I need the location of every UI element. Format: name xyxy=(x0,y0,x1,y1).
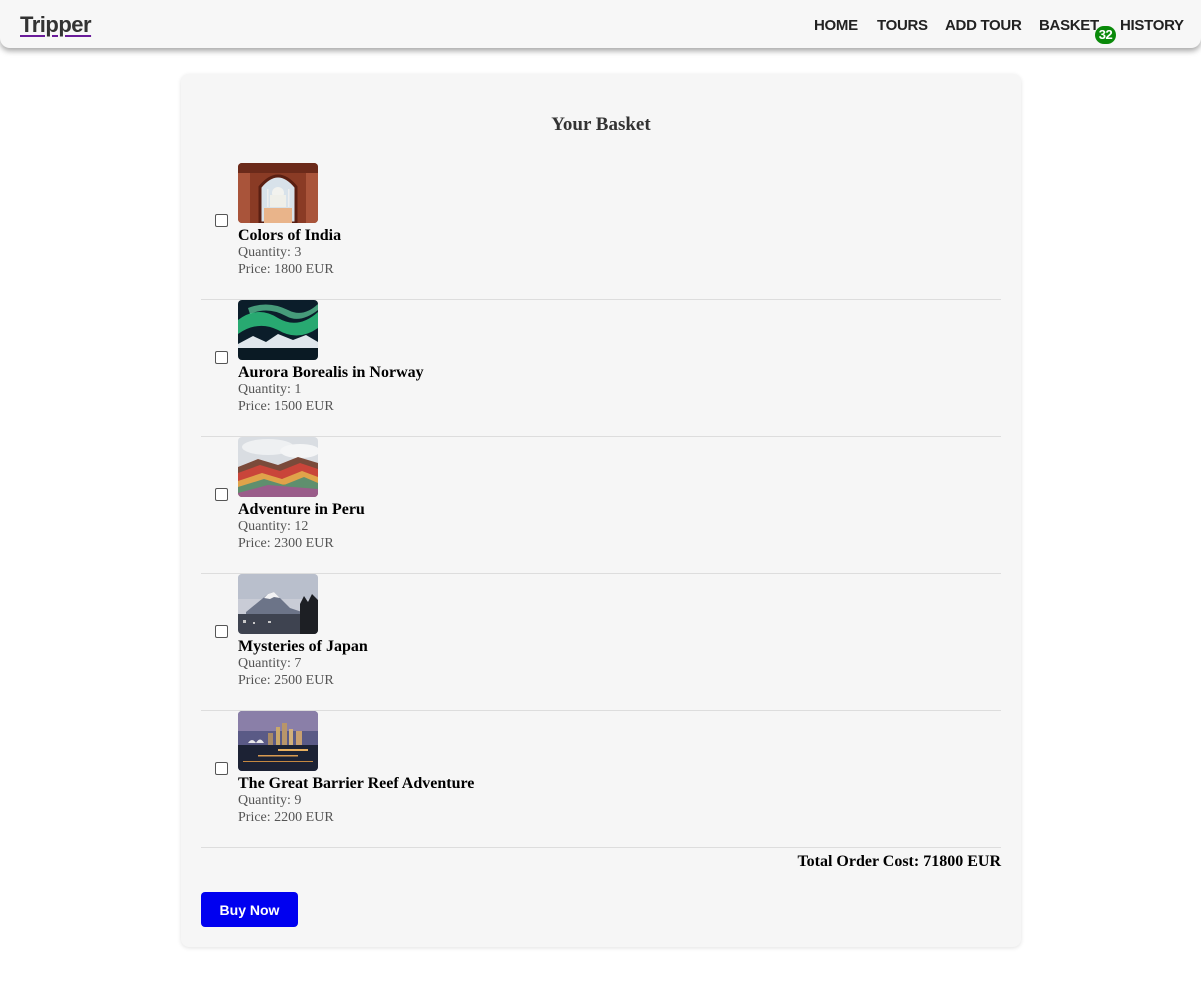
quantity-label: Quantity: xyxy=(238,382,291,397)
nav-tours[interactable]: TOURS xyxy=(877,17,928,34)
top-navbar: Tripper HOME TOURS ADD TOUR BASKET HISTO… xyxy=(0,0,1201,48)
total-order-cost: Total Order Cost: 71800 EUR xyxy=(797,853,1001,871)
item-name: Aurora Borealis in Norway xyxy=(238,364,424,381)
buy-now-button[interactable]: Buy Now xyxy=(201,892,298,927)
nav-home[interactable]: HOME xyxy=(814,17,858,34)
basket-item: Aurora Borealis in Norway Quantity: 1 Pr… xyxy=(201,300,1001,437)
price-label: Price: xyxy=(238,536,271,551)
item-name: Mysteries of Japan xyxy=(238,638,368,655)
price-value: 2300 EUR xyxy=(274,536,334,551)
basket-count-badge: 32 xyxy=(1095,26,1116,44)
quantity-value: 12 xyxy=(294,519,309,534)
item-price: Price: 1800 EUR xyxy=(238,262,334,278)
price-label: Price: xyxy=(238,673,271,688)
item-quantity: Quantity: 3 xyxy=(238,245,301,261)
item-select-checkbox[interactable] xyxy=(215,762,228,775)
price-label: Price: xyxy=(238,810,271,825)
item-select-checkbox[interactable] xyxy=(215,488,228,501)
price-label: Price: xyxy=(238,262,271,277)
price-value: 2200 EUR xyxy=(274,810,334,825)
item-price: Price: 1500 EUR xyxy=(238,399,334,415)
item-price: Price: 2300 EUR xyxy=(238,536,334,552)
basket-item: Mysteries of Japan Quantity: 7 Price: 25… xyxy=(201,574,1001,711)
quantity-value: 1 xyxy=(294,382,302,397)
item-image-rainbow-mountain xyxy=(238,437,318,497)
nav-basket[interactable]: BASKET xyxy=(1039,17,1099,34)
item-select-checkbox[interactable] xyxy=(215,351,228,364)
basket-item: The Great Barrier Reef Adventure Quantit… xyxy=(201,711,1001,848)
price-label: Price: xyxy=(238,399,271,414)
item-price: Price: 2500 EUR xyxy=(238,673,334,689)
item-name: Colors of India xyxy=(238,227,342,244)
price-value: 1500 EUR xyxy=(274,399,334,414)
nav-add-tour[interactable]: ADD TOUR xyxy=(945,17,1022,34)
quantity-value: 9 xyxy=(294,793,302,808)
item-name: The Great Barrier Reef Adventure xyxy=(238,775,475,792)
item-price: Price: 2200 EUR xyxy=(238,810,334,826)
quantity-label: Quantity: xyxy=(238,656,291,671)
item-image-taj-mahal xyxy=(238,163,318,223)
item-image-sydney-harbour xyxy=(238,711,318,771)
item-quantity: Quantity: 9 xyxy=(238,793,301,809)
quantity-value: 7 xyxy=(294,656,302,671)
quantity-label: Quantity: xyxy=(238,519,291,534)
total-value: 71800 EUR xyxy=(923,853,1001,870)
item-quantity: Quantity: 1 xyxy=(238,382,301,398)
basket-card: Your Basket Colors of India Quantity: 3 … xyxy=(181,74,1021,947)
item-image-mount-fuji xyxy=(238,574,318,634)
nav-history[interactable]: HISTORY xyxy=(1120,17,1184,34)
total-label: Total Order Cost: xyxy=(797,853,920,870)
item-name: Adventure in Peru xyxy=(238,501,365,518)
item-select-checkbox[interactable] xyxy=(215,214,228,227)
price-value: 1800 EUR xyxy=(274,262,334,277)
item-select-checkbox[interactable] xyxy=(215,625,228,638)
site-logo[interactable]: Tripper xyxy=(20,12,92,38)
quantity-label: Quantity: xyxy=(238,245,291,260)
item-image-aurora xyxy=(238,300,318,360)
item-quantity: Quantity: 12 xyxy=(238,519,308,535)
basket-item: Colors of India Quantity: 3 Price: 1800 … xyxy=(201,163,1001,300)
item-quantity: Quantity: 7 xyxy=(238,656,301,672)
basket-item: Adventure in Peru Quantity: 12 Price: 23… xyxy=(201,437,1001,574)
quantity-value: 3 xyxy=(294,245,302,260)
quantity-label: Quantity: xyxy=(238,793,291,808)
price-value: 2500 EUR xyxy=(274,673,334,688)
basket-title: Your Basket xyxy=(551,114,651,135)
